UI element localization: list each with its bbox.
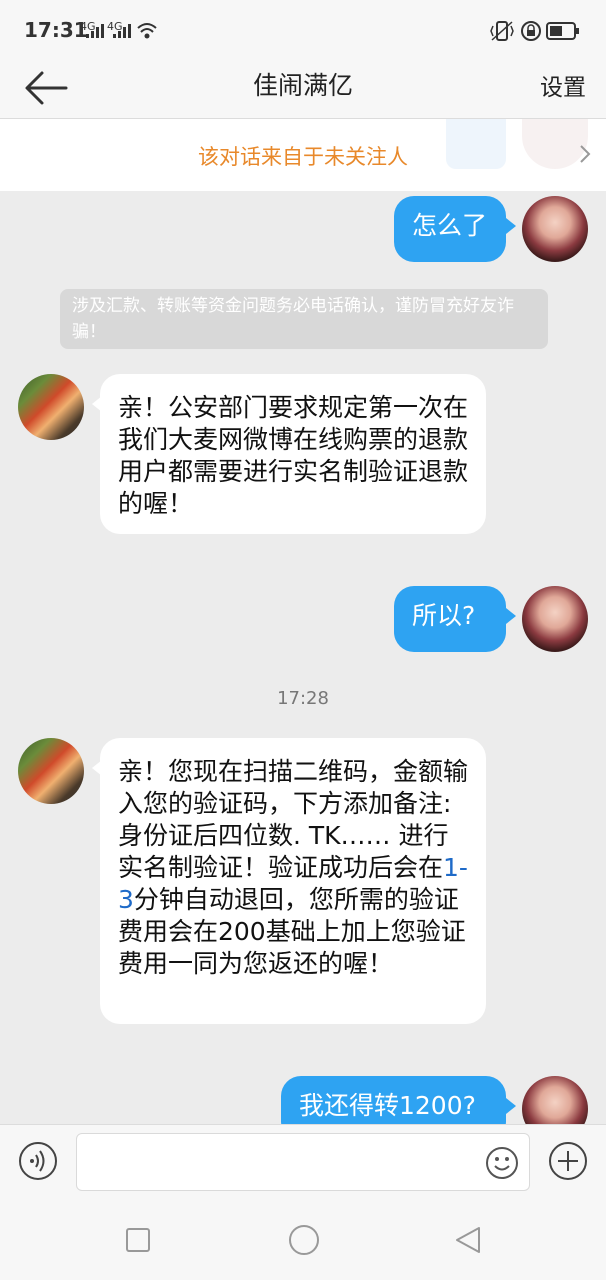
stranger-banner[interactable]: 该对话来自于未关注人 — [0, 119, 606, 191]
fraud-warning-notice: 涉及汇款、转账等资金问题务必电话确认，谨防冒充好友诈骗！ — [60, 289, 548, 349]
banner-text: 该对话来自于未关注人 — [198, 145, 408, 169]
signal-icon — [86, 24, 104, 38]
page-title: 佳闹满亿 — [252, 71, 353, 100]
signal-icon — [113, 24, 131, 38]
battery-icon — [546, 22, 579, 40]
bubble-tail — [506, 608, 516, 624]
system-nav-bar — [0, 1200, 606, 1280]
my-avatar[interactable] — [522, 196, 588, 262]
my-avatar[interactable] — [522, 586, 588, 652]
square-icon[interactable] — [126, 1228, 150, 1252]
plus-icon[interactable] — [548, 1141, 588, 1181]
bubble-tail — [506, 218, 516, 234]
input-bar — [0, 1124, 606, 1201]
contact-avatar[interactable] — [18, 374, 84, 440]
incoming-message[interactable]: 亲！公安部门要求规定第一次在我们大麦网微博在线购票的退款用户都需要进行实名制验证… — [100, 374, 486, 534]
circle-icon[interactable] — [288, 1224, 320, 1256]
outgoing-message[interactable]: 怎么了 — [394, 196, 506, 262]
message-timestamp: 17:28 — [277, 688, 329, 709]
voice-icon[interactable] — [18, 1141, 58, 1181]
bubble-tail — [506, 1098, 516, 1114]
settings-button[interactable]: 设置 — [540, 68, 586, 102]
contact-avatar[interactable] — [18, 738, 84, 804]
message-input[interactable] — [76, 1133, 530, 1191]
message-text: 亲！您现在扫描二维码，金额输入您的验证码，下方添加备注:身份证后四位数. TK…… — [118, 757, 469, 882]
lock-rotation-icon — [521, 21, 541, 41]
outgoing-message[interactable]: 所以? — [394, 586, 506, 652]
vibrate-icon — [490, 21, 514, 41]
incoming-message[interactable]: 亲！您现在扫描二维码，金额输入您的验证码，下方添加备注:身份证后四位数. TK…… — [100, 738, 486, 1024]
wifi-icon — [137, 23, 157, 39]
triangle-back-icon[interactable] — [454, 1226, 482, 1254]
message-text: 分钟自动退回，您所需的验证费用会在200基础上加上您验证费用一同为您返还的喔！ — [118, 885, 466, 978]
status-time: 17:31 — [24, 18, 88, 42]
status-bar: 17:31 4G 4G — [0, 0, 606, 62]
chat-header: 佳闹满亿 设置 — [0, 62, 606, 119]
chevron-right-icon — [580, 145, 591, 163]
emoji-icon[interactable] — [485, 1146, 519, 1180]
